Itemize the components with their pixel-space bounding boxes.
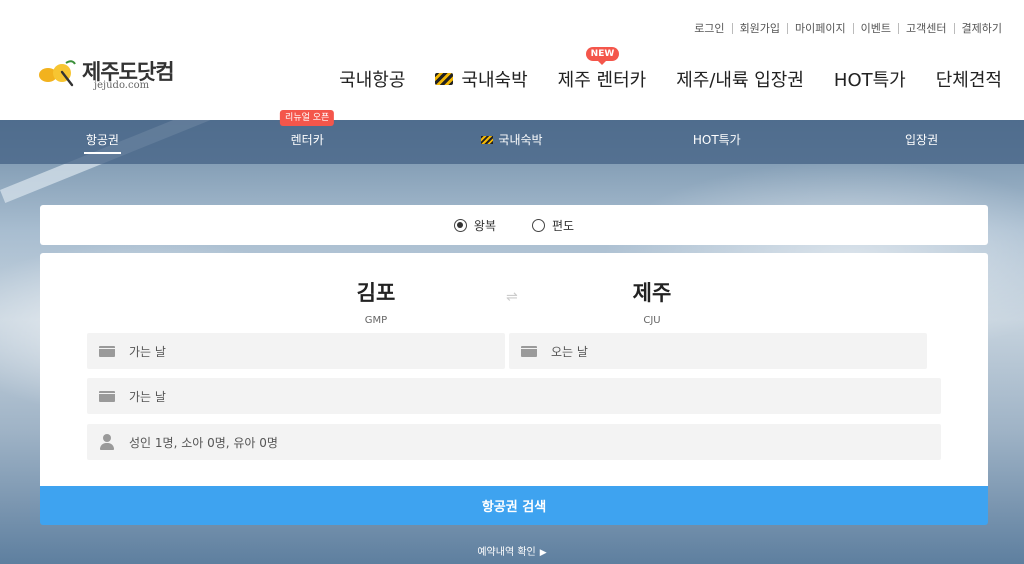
destination-selector[interactable]: 제주 CJU [592,277,712,326]
tangerine-logo-icon [39,60,76,87]
radio-label: 왕복 [473,218,496,233]
nav-group-quote[interactable]: 단체견적 [936,66,1002,92]
tab-label: 입장권 [905,133,939,147]
nav-label: HOT특가 [833,70,906,91]
tab-label: 항공권 [85,133,119,147]
divider [898,22,900,34]
origin-code: GMP [364,315,388,326]
nav-label: 제주 렌터카 [557,70,647,91]
return-date-field[interactable]: 오는 날 [509,333,927,369]
origin-city: 김포 [356,281,396,305]
renewal-badge: 리뉴얼 오픈 [280,110,335,126]
one-way-radio[interactable]: 편도 [532,217,574,234]
search-tabs: 항공권 리뉴얼 오픈 렌터카 국내숙박 HOT특가 입장권 [0,110,1024,164]
swap-route-icon[interactable]: ⇌ [506,289,518,305]
tab-rentcar[interactable]: 리뉴얼 오픈 렌터카 [205,110,410,164]
divider [787,22,789,34]
site-logo[interactable]: 제주도닷컴 jejudo.com [36,54,176,94]
nav-domestic-stay[interactable]: 국내숙박 [435,66,528,92]
tab-label: 렌터카 [290,133,324,147]
tab-hot-deals[interactable]: HOT특가 [614,120,819,164]
departure-date-field[interactable]: 가는 날 [87,333,505,369]
stripe-icon [435,73,454,85]
origin-selector[interactable]: 김포 GMP [316,277,436,326]
nav-label: 국내항공 [339,70,406,91]
mypage-link[interactable]: 마이페이지 [795,20,846,36]
site-header: 로그인 회원가입 마이페이지 이벤트 고객센터 결제하기 제주도닷컴 jejud… [0,0,1024,120]
radio-unchecked-icon [532,218,545,232]
nav-label: 국내숙박 [461,70,528,91]
new-badge: NEW [585,47,620,65]
utility-nav: 로그인 회원가입 마이페이지 이벤트 고객센터 결제하기 [694,20,1002,36]
nav-domestic-flight[interactable]: 국내항공 [339,66,405,92]
login-link[interactable]: 로그인 [694,20,724,36]
tab-label: HOT특가 [692,133,741,147]
signup-link[interactable]: 회원가입 [740,20,780,36]
departure-date-field-2[interactable]: 가는 날 [87,378,941,414]
play-arrow-icon: ▶ [539,548,547,558]
flight-search-panel: 김포 GMP ⇌ 제주 CJU 가는 날 오는 날 가는 날 성인 1명, 소아… [40,253,988,489]
person-icon [99,434,115,450]
destination-code: CJU [643,315,661,326]
nav-label: 단체견적 [935,70,1002,91]
calendar-icon [99,345,115,357]
tab-tickets[interactable]: 입장권 [819,120,1024,164]
tab-label: 국내숙박 [498,133,543,147]
logo-domain: jejudo.com [94,80,150,91]
nav-label: 제주/내륙 입장권 [676,70,804,91]
trip-type-bar: 왕복 편도 [40,205,988,245]
radio-checked-icon [453,218,467,232]
calendar-icon [521,345,537,357]
passenger-summary: 성인 1명, 소아 0명, 유아 0명 [129,435,278,450]
divider [953,22,955,34]
destination-city: 제주 [632,281,672,305]
field-placeholder: 가는 날 [129,344,166,359]
divider [731,22,733,34]
nav-tickets[interactable]: 제주/내륙 입장권 [676,66,804,92]
payment-link[interactable]: 결제하기 [962,20,1002,36]
customer-center-link[interactable]: 고객센터 [906,20,946,36]
calendar-icon [99,390,115,402]
radio-label: 편도 [552,218,575,233]
tab-stay[interactable]: 국내숙박 [410,120,615,164]
nav-jeju-rentcar[interactable]: NEW 제주 렌터카 [557,47,647,92]
main-nav: 국내항공 국내숙박 NEW 제주 렌터카 제주/내륙 입장권 HOT특가 단체견… [309,47,1002,92]
reservation-label: 예약내역 확인 [477,547,536,558]
nav-hot-deals[interactable]: HOT특가 [834,66,906,92]
round-trip-radio[interactable]: 왕복 [453,217,496,234]
passenger-field[interactable]: 성인 1명, 소아 0명, 유아 0명 [87,424,941,460]
field-placeholder: 오는 날 [551,344,588,359]
tab-flight[interactable]: 항공권 [0,120,205,164]
field-placeholder: 가는 날 [129,389,166,404]
flight-search-button[interactable]: 항공권 검색 [40,486,988,525]
divider [852,22,854,34]
reservation-check-link[interactable]: 예약내역 확인 ▶ [0,543,1024,558]
stripe-icon [481,136,494,144]
event-link[interactable]: 이벤트 [861,20,891,36]
